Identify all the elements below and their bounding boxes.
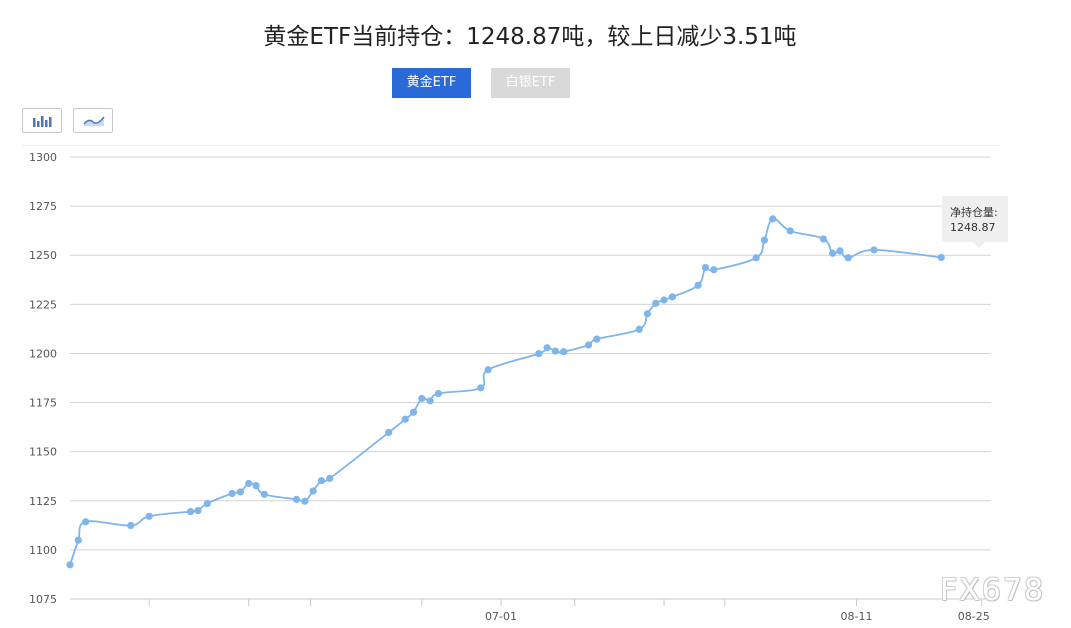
data-point	[401, 415, 409, 423]
watermark: FX678	[940, 573, 1046, 608]
data-point	[937, 253, 945, 262]
data-point	[292, 495, 301, 504]
data-point	[145, 512, 153, 520]
data-point	[701, 263, 710, 272]
data-point	[870, 246, 878, 254]
data-point	[236, 488, 244, 496]
data-point	[694, 281, 702, 289]
data-point	[710, 266, 718, 274]
data-point	[760, 236, 769, 244]
y-tick-label: 1075	[29, 593, 57, 606]
tooltip-value: 1248.87	[950, 221, 996, 234]
data-tooltip: 净持仓量: 1248.87	[942, 196, 1008, 242]
y-tick-label: 1250	[29, 249, 57, 262]
data-point	[535, 350, 543, 358]
data-point	[385, 428, 393, 437]
x-tick-label: 07-01	[485, 610, 517, 623]
data-point	[309, 487, 317, 495]
data-point	[543, 344, 551, 352]
data-point	[836, 247, 844, 255]
data-point	[203, 499, 211, 508]
data-point	[828, 249, 837, 257]
data-point	[426, 397, 434, 405]
data-point	[477, 384, 485, 392]
tooltip-label: 净持仓量:	[950, 206, 998, 219]
tooltip-arrow	[973, 242, 985, 248]
data-point	[844, 254, 852, 262]
y-tick-label: 1100	[29, 544, 57, 557]
y-tick-label: 1150	[29, 446, 57, 459]
data-point	[194, 507, 202, 515]
y-tick-label: 1200	[29, 347, 57, 360]
data-point	[82, 518, 90, 526]
data-point	[786, 227, 794, 235]
data-point	[484, 366, 492, 374]
data-point	[635, 325, 643, 333]
data-point	[560, 348, 568, 356]
data-point	[317, 476, 326, 485]
data-point	[326, 474, 334, 482]
data-point	[652, 299, 660, 307]
x-tick-label: 08-25	[958, 610, 990, 623]
data-point	[668, 293, 676, 301]
data-point	[752, 254, 760, 262]
data-point	[434, 389, 442, 398]
data-point	[245, 479, 253, 488]
data-point	[819, 235, 827, 243]
data-point	[252, 482, 260, 490]
data-point	[551, 347, 559, 355]
data-point	[228, 489, 236, 498]
x-tick-label: 08-11	[841, 610, 873, 623]
data-point	[769, 215, 777, 223]
data-point	[66, 561, 74, 569]
data-point	[409, 408, 418, 416]
data-point	[187, 507, 195, 516]
data-point	[584, 341, 593, 349]
gold-etf-holdings-chart: 1075 1100 1125 1150 1175 1200 1225 1250 1275 1300…	[29, 151, 991, 623]
data-point	[260, 490, 268, 498]
data-point	[127, 521, 135, 530]
data-point	[643, 310, 652, 318]
y-tick-label: 1125	[29, 495, 57, 508]
data-point	[418, 394, 426, 403]
data-point	[74, 536, 82, 544]
y-tick-label: 1275	[29, 200, 57, 213]
data-point	[301, 497, 309, 505]
y-tick-label: 1300	[29, 151, 57, 164]
data-point	[593, 335, 601, 343]
y-tick-label: 1175	[29, 397, 57, 410]
data-point	[660, 296, 668, 304]
y-tick-label: 1225	[29, 298, 57, 311]
